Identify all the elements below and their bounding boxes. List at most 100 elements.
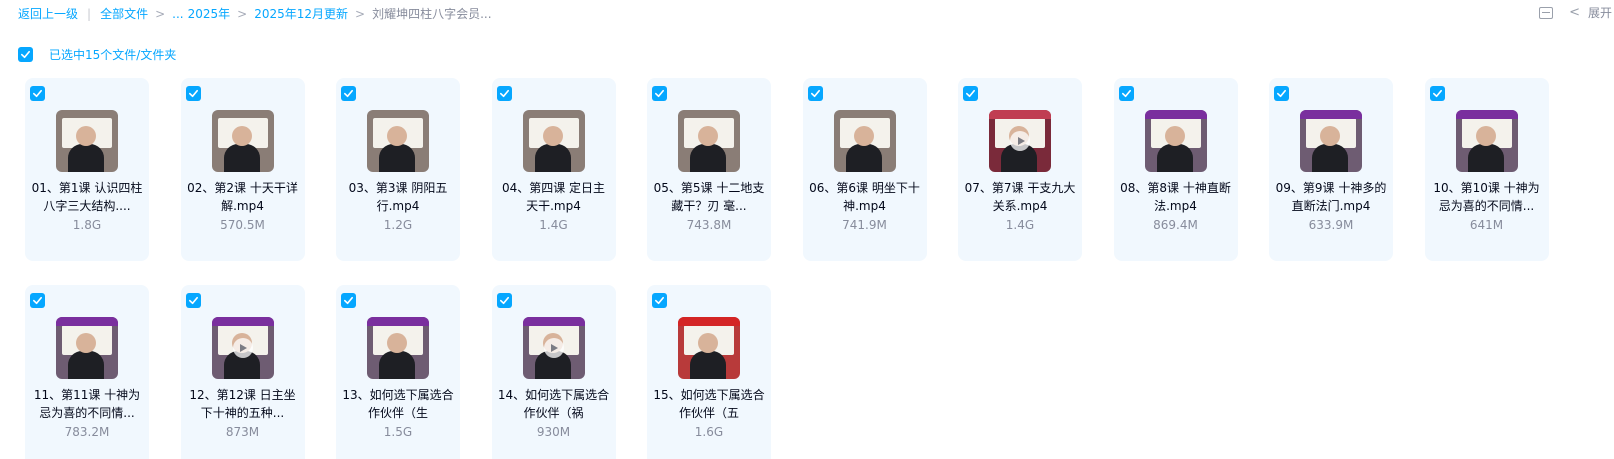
video-thumbnail[interactable] bbox=[1144, 110, 1207, 172]
video-thumbnail[interactable] bbox=[522, 110, 585, 172]
file-name[interactable]: 07、第7课 干支九大关系.mp4 bbox=[964, 179, 1076, 215]
file-size: 633.9M bbox=[1308, 218, 1354, 232]
video-thumbnail[interactable] bbox=[1300, 110, 1362, 172]
check-icon bbox=[655, 89, 664, 98]
video-thumbnail[interactable] bbox=[367, 110, 429, 172]
file-card[interactable]: 12、第12课 日主坐下十神的五种... 873M bbox=[180, 285, 305, 459]
check-icon bbox=[344, 296, 353, 305]
file-checkbox[interactable] bbox=[341, 293, 356, 308]
video-thumbnail[interactable] bbox=[678, 317, 740, 379]
file-card[interactable]: 08、第8课 十神直断法.mp4 869.4M bbox=[1113, 78, 1238, 261]
select-all-bar: 已选中15个文件/文件夹 bbox=[18, 46, 176, 63]
file-card[interactable]: 15、如何选下属选合作伙伴（五 1.6G bbox=[647, 285, 771, 459]
check-icon bbox=[188, 296, 198, 305]
file-size: 930M bbox=[536, 425, 571, 439]
file-card[interactable]: 14、如何选下属选合作伙伴（祸 930M bbox=[491, 285, 616, 459]
file-checkbox[interactable] bbox=[963, 86, 978, 101]
video-thumbnail[interactable] bbox=[56, 110, 118, 172]
breadcrumb-year[interactable]: 2025年 bbox=[188, 5, 231, 22]
file-checkbox[interactable] bbox=[496, 293, 512, 308]
file-card[interactable]: 01、第1课 认识四柱八字三大结构.... 1.8G bbox=[25, 78, 149, 261]
file-card[interactable]: 02、第2课 十天干详解.mp4 570.5M bbox=[180, 78, 305, 261]
video-thumbnail[interactable] bbox=[1455, 110, 1518, 172]
file-size: 641M bbox=[1469, 218, 1504, 232]
check-icon bbox=[1277, 89, 1286, 98]
file-name[interactable]: 12、第12课 日主坐下十神的五种... bbox=[187, 386, 299, 422]
chevron-right-icon: > bbox=[355, 6, 366, 21]
file-name[interactable]: 02、第2课 十天干详解.mp4 bbox=[187, 179, 299, 215]
video-thumbnail[interactable] bbox=[367, 317, 429, 379]
check-icon bbox=[499, 296, 509, 305]
file-name[interactable]: 09、第9课 十神多的直断法门.mp4 bbox=[1275, 179, 1387, 215]
file-card[interactable]: 11、第11课 十神为忌为喜的不同情... 783.2M bbox=[25, 285, 149, 459]
check-icon bbox=[1432, 89, 1442, 98]
file-name[interactable]: 08、第8课 十神直断法.mp4 bbox=[1120, 179, 1232, 215]
file-checkbox[interactable] bbox=[30, 86, 45, 101]
chevron-right-icon: > bbox=[237, 6, 248, 21]
breadcrumb-all-files[interactable]: 全部文件 bbox=[100, 5, 148, 22]
file-checkbox[interactable] bbox=[807, 86, 823, 101]
video-thumbnail[interactable] bbox=[678, 110, 740, 172]
chevron-right-icon: > bbox=[155, 6, 166, 21]
check-icon bbox=[655, 296, 664, 305]
breadcrumb-month[interactable]: 2025年12月更新 bbox=[254, 5, 348, 22]
file-size: 869.4M bbox=[1153, 218, 1198, 232]
file-size: 570.5M bbox=[220, 218, 265, 232]
file-card[interactable]: 07、第7课 干支九大关系.mp4 1.4G bbox=[958, 78, 1082, 261]
check-icon bbox=[810, 89, 820, 98]
file-size: 1.2G bbox=[383, 218, 413, 232]
play-icon bbox=[1010, 131, 1030, 151]
file-checkbox[interactable] bbox=[30, 293, 45, 308]
file-name[interactable]: 11、第11课 十神为忌为喜的不同情... bbox=[31, 386, 143, 422]
video-thumbnail[interactable] bbox=[989, 110, 1051, 172]
file-card[interactable]: 06、第6课 明坐下十神.mp4 741.9M bbox=[802, 78, 927, 261]
file-checkbox[interactable] bbox=[1274, 86, 1289, 101]
file-checkbox[interactable] bbox=[1429, 86, 1445, 101]
file-name[interactable]: 10、第10课 十神为忌为喜的不同情... bbox=[1431, 179, 1543, 215]
expand-button[interactable]: 展开 bbox=[1588, 4, 1612, 21]
video-thumbnail[interactable] bbox=[56, 317, 118, 379]
check-icon bbox=[33, 296, 42, 305]
file-name[interactable]: 13、如何选下属选合作伙伴（生 bbox=[342, 386, 454, 422]
file-card[interactable]: 10、第10课 十神为忌为喜的不同情... 641M bbox=[1424, 78, 1549, 261]
file-name[interactable]: 03、第3课 阴阳五行.mp4 bbox=[342, 179, 454, 215]
file-name[interactable]: 06、第6课 明坐下十神.mp4 bbox=[809, 179, 921, 215]
check-icon bbox=[21, 50, 30, 59]
check-icon bbox=[188, 89, 198, 98]
file-card[interactable]: 05、第5课 十二地支藏干？刃 毫... 743.8M bbox=[647, 78, 771, 261]
file-name[interactable]: 14、如何选下属选合作伙伴（祸 bbox=[498, 386, 610, 422]
video-thumbnail[interactable] bbox=[522, 317, 585, 379]
file-grid: 01、第1课 认识四柱八字三大结构.... 1.8G 02、第2课 十天干详解.mp… bbox=[25, 78, 1585, 459]
selection-count-label: 已选中15个文件/文件夹 bbox=[49, 48, 177, 62]
file-name[interactable]: 01、第1课 认识四柱八字三大结构.... bbox=[31, 179, 143, 215]
file-checkbox[interactable] bbox=[496, 86, 512, 101]
file-size: 1.5G bbox=[383, 425, 413, 439]
file-name[interactable]: 15、如何选下属选合作伙伴（五 bbox=[653, 386, 765, 422]
video-thumbnail[interactable] bbox=[211, 317, 274, 379]
file-checkbox[interactable] bbox=[185, 86, 201, 101]
chevron-left-icon[interactable]: < bbox=[1569, 5, 1580, 20]
file-card[interactable]: 13、如何选下属选合作伙伴（生 1.5G bbox=[336, 285, 460, 459]
select-all-checkbox[interactable] bbox=[18, 47, 33, 62]
breadcrumb-ellipsis[interactable]: ... bbox=[172, 7, 183, 21]
layout-panel-icon[interactable] bbox=[1539, 6, 1554, 19]
file-card[interactable]: 09、第9课 十神多的直断法门.mp4 633.9M bbox=[1269, 78, 1393, 261]
video-thumbnail[interactable] bbox=[833, 110, 896, 172]
file-name[interactable]: 04、第四课 定日主天干.mp4 bbox=[498, 179, 610, 215]
file-checkbox[interactable] bbox=[341, 86, 356, 101]
file-card[interactable]: 04、第四课 定日主天干.mp4 1.4G bbox=[491, 78, 616, 261]
file-checkbox[interactable] bbox=[1118, 86, 1134, 101]
file-name[interactable]: 05、第5课 十二地支藏干？刃 毫... bbox=[653, 179, 765, 215]
breadcrumb: 返回上一级 | 全部文件 > ... 2025年 > 2025年12月更新 > … bbox=[18, 5, 492, 22]
file-card[interactable]: 03、第3课 阴阳五行.mp4 1.2G bbox=[336, 78, 460, 261]
top-bar: 返回上一级 | 全部文件 > ... 2025年 > 2025年12月更新 > … bbox=[0, 0, 1614, 26]
file-size: 741.9M bbox=[842, 218, 887, 232]
file-size: 1.6G bbox=[694, 425, 724, 439]
file-checkbox[interactable] bbox=[652, 293, 667, 308]
file-checkbox[interactable] bbox=[652, 86, 667, 101]
back-link[interactable]: 返回上一级 bbox=[18, 5, 78, 22]
video-thumbnail[interactable] bbox=[211, 110, 274, 172]
play-icon bbox=[543, 338, 564, 358]
file-checkbox[interactable] bbox=[185, 293, 201, 308]
check-icon bbox=[499, 89, 509, 98]
